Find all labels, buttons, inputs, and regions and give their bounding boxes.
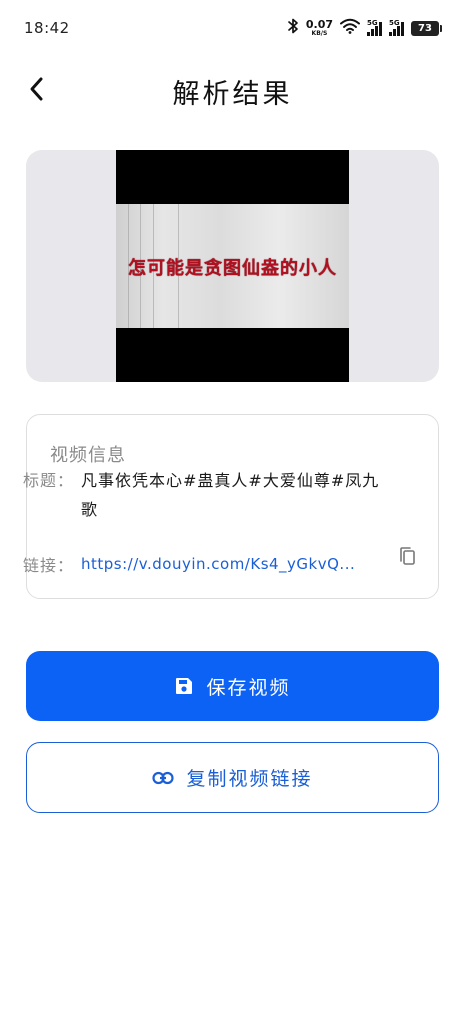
bluetooth-icon (287, 18, 299, 38)
video-frame: 怎可能是贪图仙盎的小人 (116, 150, 349, 382)
app-screen: 18:42 0.07 KB/S 5G 5G 73 解析结果 怎可能是贪图仙盎的小… (0, 0, 465, 1024)
link-value[interactable]: https://v.douyin.com/Ks4_yGkvQ... (81, 551, 373, 577)
cell-signal-2-label: 5G (389, 19, 400, 27)
cell-signal-1-icon: 5G (367, 19, 382, 36)
save-video-label: 保存视频 (206, 676, 291, 699)
wifi-icon (340, 18, 360, 38)
status-icons: 0.07 KB/S 5G 5G 73 (287, 18, 442, 38)
video-info-heading: 视频信息 (50, 445, 126, 466)
network-speed-value: 0.07 (305, 18, 333, 31)
network-speed-unit: KB/S (311, 30, 328, 37)
battery-icon: 73 (411, 20, 442, 36)
title-label: 标题： (23, 471, 75, 490)
status-bar: 18:42 0.07 KB/S 5G 5G 73 (0, 0, 465, 56)
network-speed: 0.07 KB/S (306, 19, 333, 37)
video-scene: 怎可能是贪图仙盎的小人 (116, 204, 349, 328)
link-label: 链接： (23, 556, 75, 575)
cell-signal-1-label: 5G (367, 19, 378, 27)
copy-video-link-label: 复制视频链接 (186, 768, 313, 790)
save-icon (176, 678, 193, 694)
status-time: 18:42 (24, 19, 70, 37)
link-row: 链接： https://v.douyin.com/Ks4_yGkvQ... (23, 551, 373, 577)
title-value: 凡事依凭本心#蛊真人#大爱仙尊#凤九歌 (81, 471, 380, 519)
copy-video-link-button[interactable]: 复制视频链接 (26, 742, 439, 813)
video-preview[interactable]: 怎可能是贪图仙盎的小人 (26, 150, 439, 382)
header: 解析结果 (0, 60, 465, 118)
page-title: 解析结果 (172, 79, 293, 110)
link-icon (152, 771, 175, 784)
save-video-button[interactable]: 保存视频 (26, 651, 439, 721)
copy-icon[interactable] (398, 546, 418, 568)
cell-signal-2-icon: 5G (389, 19, 404, 36)
battery-level: 73 (418, 22, 432, 34)
title-row: 标题： 凡事依凭本心#蛊真人#大爱仙尊#凤九歌 (23, 466, 381, 524)
video-subtitle: 怎可能是贪图仙盎的小人 (128, 258, 337, 279)
